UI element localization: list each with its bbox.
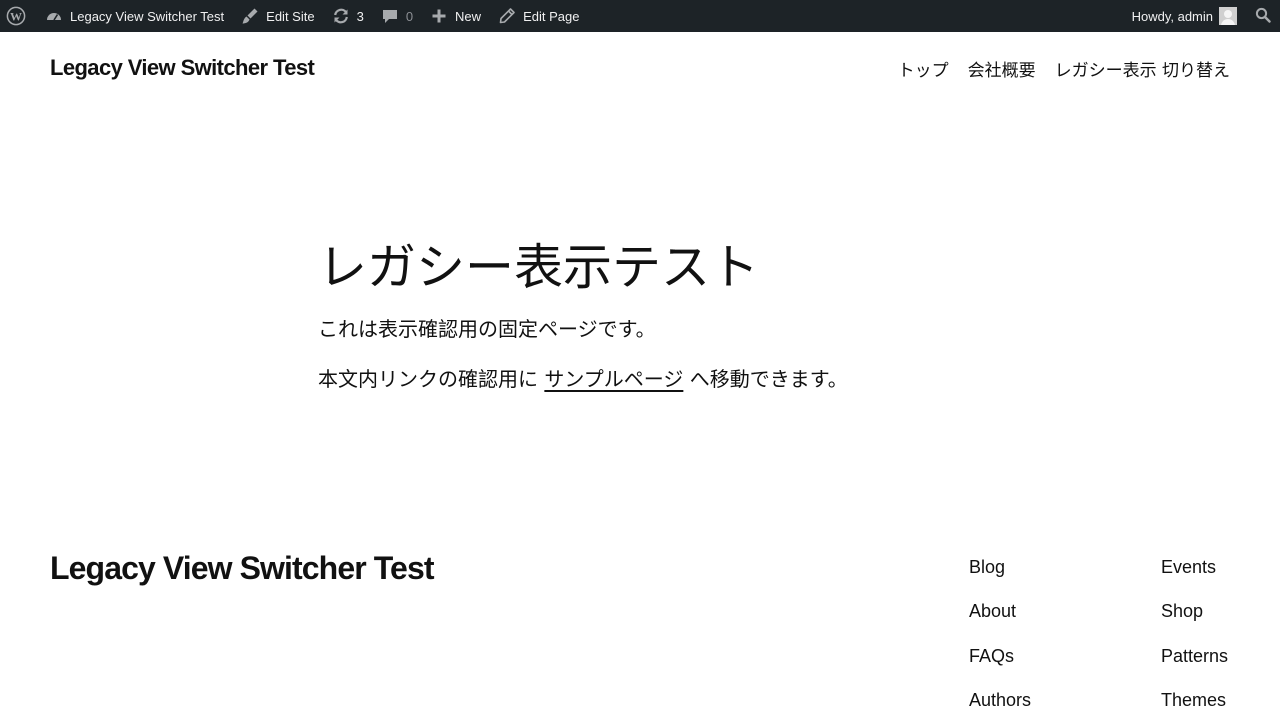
- updates-button[interactable]: 3: [323, 0, 372, 32]
- edit-page-label: Edit Page: [523, 8, 580, 24]
- new-label: New: [455, 8, 482, 24]
- howdy-label: Howdy, admin: [1131, 8, 1213, 24]
- page-content: レガシー表示テスト これは表示確認用の固定ページです。 本文内リンクの確認用に …: [318, 238, 1018, 394]
- footer-site-title[interactable]: Legacy View Switcher Test: [50, 550, 435, 587]
- plus-icon: [429, 6, 449, 26]
- pencil-icon: [497, 6, 517, 26]
- search-icon: [1255, 7, 1271, 26]
- svg-text:W: W: [10, 9, 22, 23]
- footer-link-faqs[interactable]: FAQs: [969, 642, 1031, 686]
- footer-link-blog[interactable]: Blog: [969, 553, 1031, 597]
- paragraph-link: 本文内リンクの確認用に サンプルページ へ移動できます。: [318, 364, 1018, 394]
- nav-item-legacy-view-switch[interactable]: レガシー表示 切り替え: [1055, 56, 1230, 81]
- wordpress-logo-icon: W: [6, 6, 26, 26]
- sample-page-link[interactable]: サンプルページ: [544, 367, 683, 391]
- primary-nav: トップ 会社概要 レガシー表示 切り替え: [898, 56, 1230, 81]
- footer-nav-column-1: Blog About FAQs Authors: [969, 553, 1031, 720]
- footer-link-about[interactable]: About: [969, 597, 1031, 641]
- footer-link-patterns[interactable]: Patterns: [1161, 642, 1228, 686]
- site-name-menu[interactable]: Legacy View Switcher Test: [36, 0, 232, 32]
- footer-link-themes[interactable]: Themes: [1161, 686, 1228, 720]
- admin-bar-secondary: Howdy, admin: [1124, 0, 1280, 32]
- site-title[interactable]: Legacy View Switcher Test: [50, 55, 315, 81]
- footer-link-shop[interactable]: Shop: [1161, 597, 1228, 641]
- edit-page-button[interactable]: Edit Page: [489, 0, 587, 32]
- comment-icon: [380, 6, 400, 26]
- paragraph-link-before: 本文内リンクの確認用に: [318, 367, 538, 391]
- nav-item-top[interactable]: トップ: [898, 56, 949, 81]
- paragraph-link-after: へ移動できます。: [689, 367, 848, 391]
- dashboard-icon: [44, 6, 64, 26]
- site-header: Legacy View Switcher Test トップ 会社概要 レガシー表…: [50, 50, 1230, 86]
- new-content-button[interactable]: New: [421, 0, 489, 32]
- footer-nav-column-2: Events Shop Patterns Themes: [1161, 553, 1228, 720]
- comments-count: 0: [405, 8, 414, 24]
- site-name-label: Legacy View Switcher Test: [70, 8, 225, 24]
- admin-search-button[interactable]: [1245, 0, 1280, 32]
- brush-icon: [240, 6, 260, 26]
- updates-count: 3: [356, 8, 364, 24]
- account-menu[interactable]: Howdy, admin: [1124, 0, 1245, 32]
- updates-icon: [331, 6, 351, 26]
- edit-site-button[interactable]: Edit Site: [232, 0, 322, 32]
- paragraph-intro: これは表示確認用の固定ページです。: [318, 317, 656, 341]
- wordpress-menu[interactable]: W: [0, 0, 36, 32]
- footer-link-authors[interactable]: Authors: [969, 686, 1031, 720]
- nav-item-company[interactable]: 会社概要: [968, 56, 1036, 81]
- edit-site-label: Edit Site: [266, 8, 315, 24]
- avatar: [1219, 7, 1237, 25]
- admin-bar: W Legacy View Switcher Test Edit Site 3 …: [0, 0, 1280, 32]
- comments-button[interactable]: 0: [372, 0, 421, 32]
- footer-link-events[interactable]: Events: [1161, 553, 1228, 597]
- page-title: レガシー表示テスト: [318, 239, 760, 296]
